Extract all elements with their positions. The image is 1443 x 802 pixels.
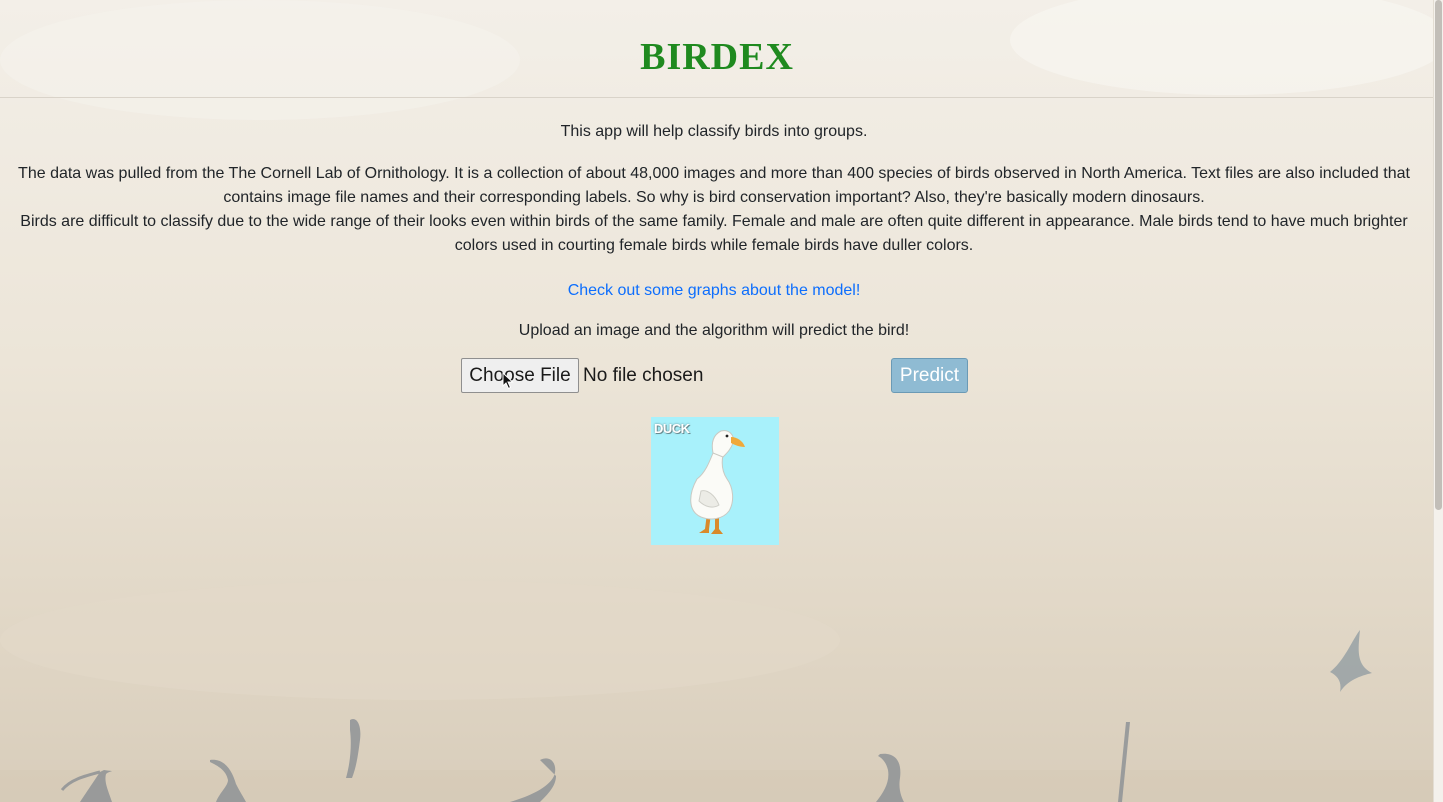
graphs-link[interactable]: Check out some graphs about the model! — [0, 279, 1428, 303]
description-paragraph-dataset: The data was pulled from the The Cornell… — [18, 165, 1410, 206]
page-content: BIRDEX This app will help classify birds… — [0, 0, 1434, 545]
app-title: BIRDEX — [640, 36, 794, 78]
upload-form: Choose File No file chosen Predict — [461, 358, 968, 394]
duck-illustration-icon — [690, 430, 745, 534]
mouse-cursor-icon — [502, 372, 514, 390]
preview-image: DUCK — [651, 417, 779, 545]
upload-prompt: Upload an image and the algorithm will p… — [518, 322, 910, 339]
description-block: The data was pulled from the The Cornell… — [10, 162, 1418, 258]
predict-button[interactable]: Predict — [891, 358, 968, 393]
intro-text: This app will help classify birds into g… — [560, 123, 868, 140]
scrollbar-thumb[interactable] — [1435, 0, 1442, 510]
vertical-scrollbar[interactable] — [1433, 0, 1443, 802]
file-status-text: No file chosen — [583, 365, 704, 386]
preview-label: DUCK — [654, 421, 690, 436]
page-header: BIRDEX — [0, 0, 1434, 98]
choose-file-button[interactable]: Choose File — [461, 358, 579, 393]
description-paragraph-classification: Birds are difficult to classify due to t… — [20, 213, 1408, 254]
